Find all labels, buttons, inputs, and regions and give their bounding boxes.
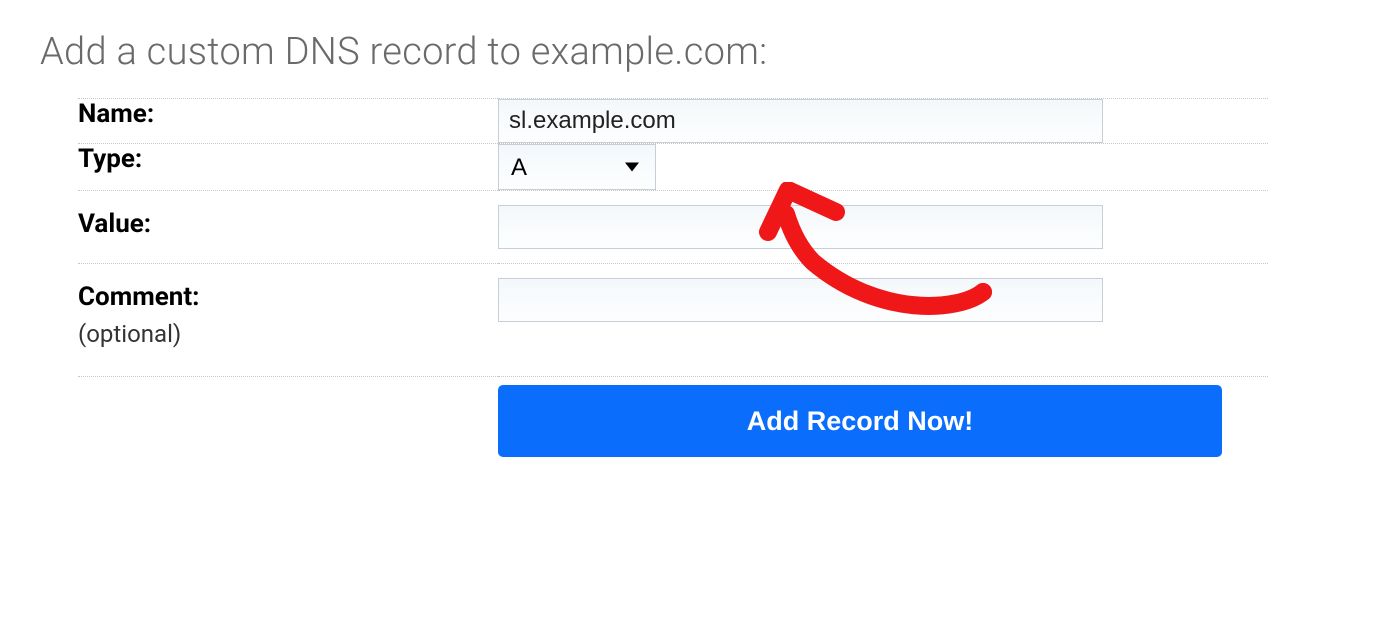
comment-label: Comment: (78, 282, 498, 312)
value-label: Value: (78, 209, 498, 239)
page-heading: Add a custom DNS record to example.com: (40, 30, 1360, 74)
type-label: Type: (78, 144, 498, 174)
add-record-button[interactable]: Add Record Now! (498, 385, 1222, 457)
name-label: Name: (78, 99, 498, 129)
name-input[interactable] (498, 99, 1103, 143)
value-input[interactable] (498, 205, 1103, 249)
type-select[interactable]: A (499, 145, 655, 189)
comment-optional-note: (optional) (78, 320, 498, 348)
dns-record-form: Name: Type: A Value: (78, 98, 1268, 457)
comment-input[interactable] (498, 278, 1103, 322)
